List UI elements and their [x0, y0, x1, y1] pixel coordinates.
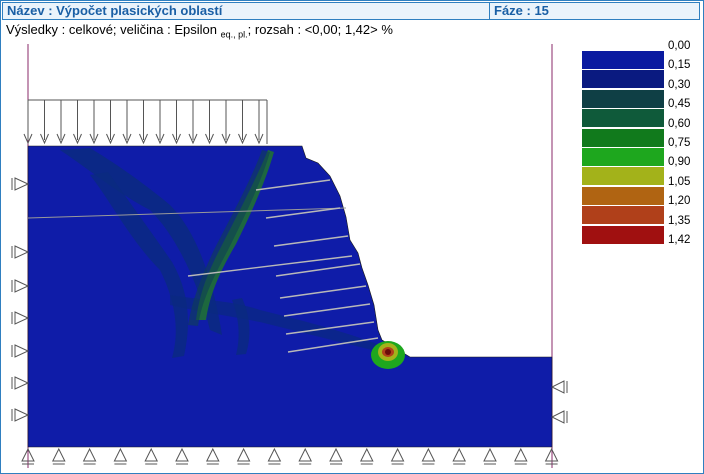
- horizontal-support-icon: [11, 245, 30, 259]
- legend-label: 0,90: [668, 156, 691, 169]
- down-arrow-icon: [221, 100, 231, 145]
- legend-swatch: [582, 128, 664, 148]
- legend-swatch: [582, 225, 664, 245]
- down-arrow-icon: [40, 100, 49, 145]
- legend-label: 1,35: [668, 214, 691, 227]
- horizontal-support-icon: [550, 380, 568, 394]
- down-arrow-icon: [23, 100, 33, 145]
- vertical-support-icon: [390, 447, 405, 465]
- vertical-support-icon: [483, 447, 497, 465]
- down-arrow-icon: [56, 100, 66, 145]
- vertical-support-icon: [452, 447, 467, 465]
- legend-swatch: [582, 148, 664, 167]
- horizontal-support-icon: [550, 410, 568, 424]
- vertical-support-icon: [267, 447, 282, 465]
- legend-label: 0,60: [668, 117, 691, 130]
- vertical-support-icon: [51, 447, 66, 465]
- down-arrow-icon: [122, 100, 132, 145]
- down-arrow-icon: [172, 100, 181, 145]
- legend-label: 0,30: [668, 78, 691, 91]
- right-supports: [550, 380, 568, 424]
- down-arrow-icon: [89, 100, 99, 145]
- legend-label: 0,45: [668, 98, 691, 111]
- vertical-support-icon: [421, 447, 436, 465]
- vertical-support-icon: [205, 447, 220, 465]
- legend-swatch: [582, 206, 664, 226]
- down-arrow-icon: [73, 100, 82, 145]
- vertical-support-icon: [298, 447, 313, 465]
- down-arrow-icon: [205, 100, 214, 145]
- legend-label: 0,00: [668, 40, 691, 52]
- plastic-zone-core: [385, 349, 391, 355]
- vertical-support-icon: [513, 447, 528, 465]
- vertical-support-icon: [236, 447, 251, 465]
- legend-label: 1,42: [668, 234, 691, 246]
- legend-swatch: [582, 51, 664, 70]
- legend-swatch: [582, 70, 664, 90]
- horizontal-support-icon: [11, 311, 30, 325]
- legend-label: 1,20: [668, 195, 691, 208]
- horizontal-support-icon: [11, 344, 30, 358]
- horizontal-support-icon: [11, 177, 30, 191]
- down-arrow-icon: [188, 100, 198, 145]
- horizontal-support-icon: [11, 279, 30, 293]
- down-arrow-icon: [254, 100, 264, 145]
- vertical-support-icon: [329, 447, 343, 465]
- bottom-supports: [21, 447, 559, 465]
- load-arrows: [23, 100, 264, 145]
- legend-entry: 1,42: [582, 234, 702, 264]
- horizontal-support-icon: [11, 376, 30, 390]
- legend-label: 0,75: [668, 137, 691, 149]
- vertical-support-icon: [82, 447, 97, 465]
- down-arrow-icon: [139, 100, 148, 145]
- legend-swatch: [582, 186, 664, 206]
- down-arrow-icon: [155, 100, 165, 145]
- vertical-support-icon: [113, 447, 128, 465]
- legend-label: 0,15: [668, 59, 691, 72]
- vertical-support-icon: [359, 447, 374, 465]
- legend-swatch: [582, 167, 664, 187]
- legend-swatch: [582, 109, 664, 129]
- vertical-support-icon: [175, 447, 189, 465]
- down-arrow-icon: [106, 100, 115, 145]
- left-supports: [11, 177, 30, 422]
- legend-swatch: [582, 89, 664, 109]
- vertical-support-icon: [144, 447, 159, 465]
- horizontal-support-icon: [11, 408, 30, 422]
- legend-label: 1,05: [668, 175, 691, 188]
- down-arrow-icon: [238, 100, 247, 145]
